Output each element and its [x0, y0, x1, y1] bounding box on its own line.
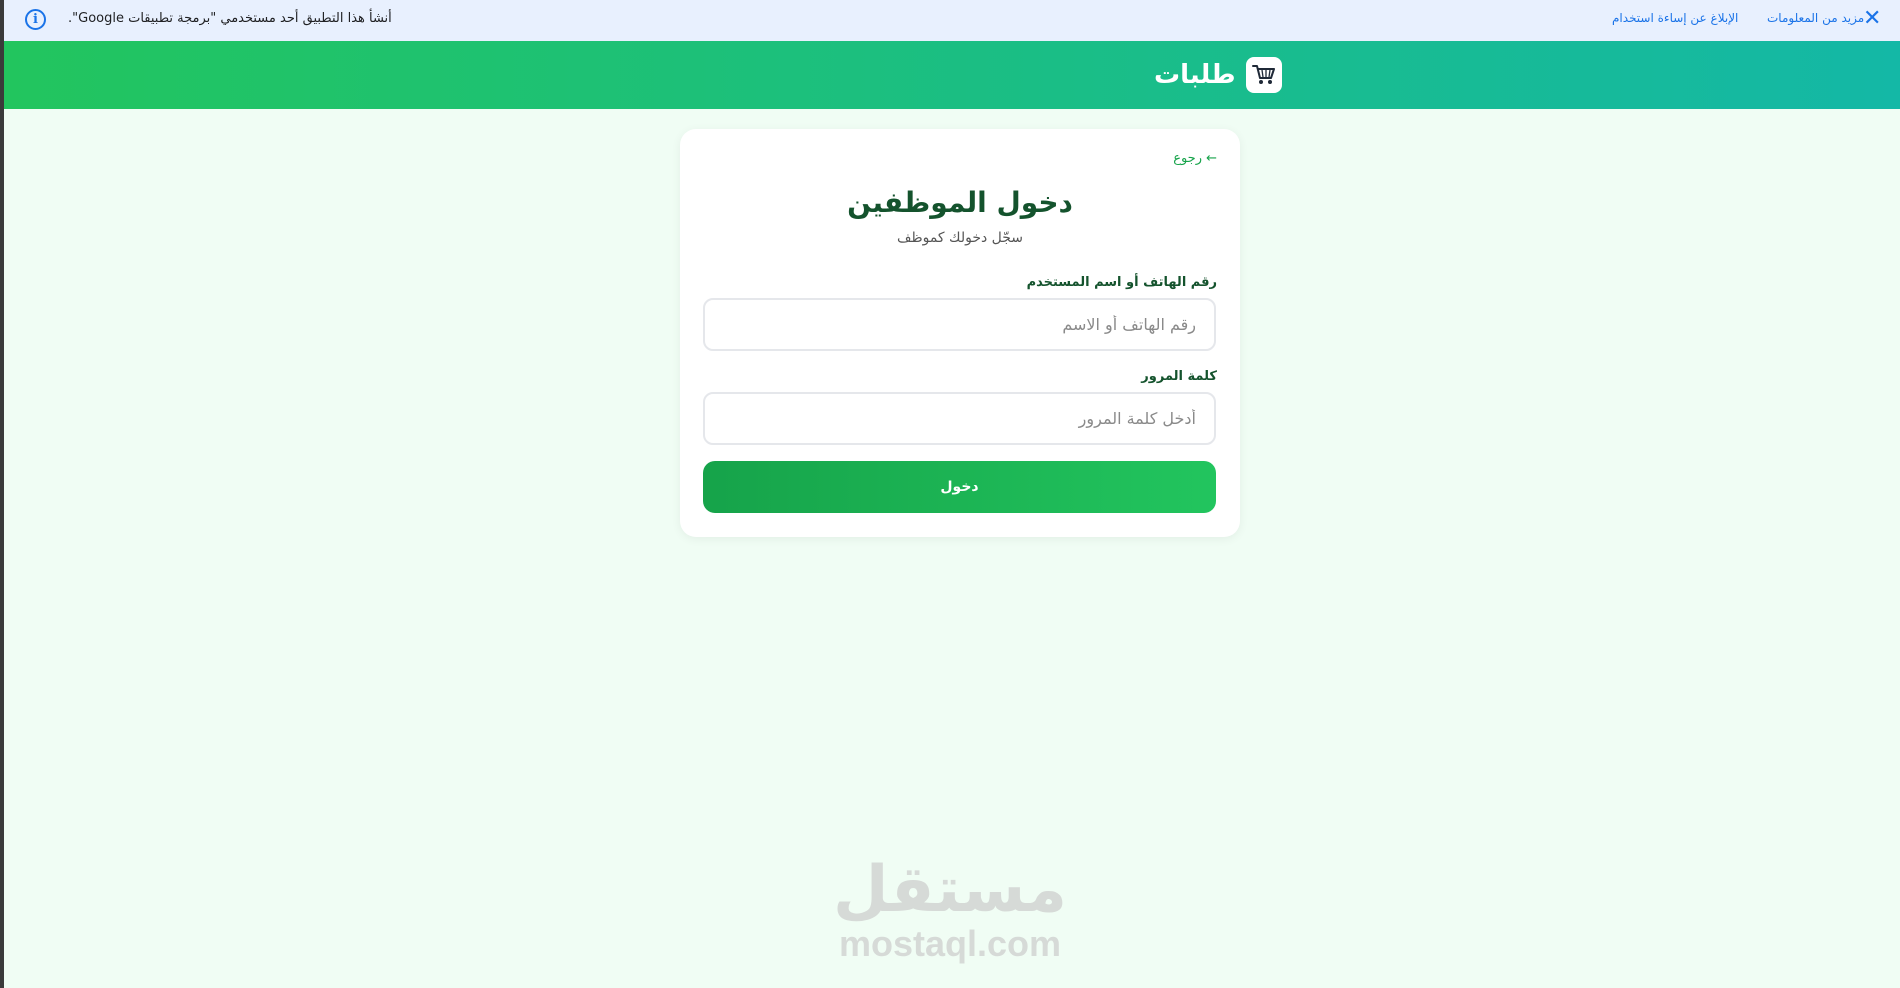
page-subtitle: سجّل دخولك كموظف [896, 230, 1024, 246]
app-header: طلبات [4, 41, 1900, 109]
login-card: ← رجوع دخول الموظفين سجّل دخولك كموظف رق… [680, 129, 1240, 537]
window-edge [0, 0, 4, 988]
info-icon: i [25, 9, 46, 30]
watermark: مستقل mostaql.com [830, 855, 1070, 963]
back-link[interactable]: ← رجوع [1173, 151, 1217, 166]
close-icon[interactable]: ✕ [1863, 6, 1881, 32]
cart-icon [1245, 57, 1282, 93]
page-title: دخول الموظفين [847, 186, 1073, 219]
more-info-link[interactable]: مزيد من المعلومات [1767, 11, 1864, 25]
banner-message: أنشأ هذا التطبيق أحد مستخدمي "برمجة تطبي… [68, 11, 392, 26]
login-button[interactable]: دخول [703, 461, 1216, 513]
watermark-arabic: مستقل [832, 853, 1068, 927]
username-label: رقم الهاتف أو اسم المستخدم [1026, 275, 1217, 290]
report-abuse-link[interactable]: الإبلاغ عن إساءة استخدام [1612, 11, 1738, 25]
password-label: كلمة المرور [1141, 369, 1217, 384]
info-banner: i أنشأ هذا التطبيق أحد مستخدمي "برمجة تط… [0, 0, 1900, 41]
brand[interactable]: طلبات [1154, 57, 1282, 93]
username-input[interactable] [703, 298, 1216, 351]
brand-title: طلبات [1154, 60, 1236, 90]
password-input[interactable] [703, 392, 1216, 445]
watermark-latin: mostaql.com [838, 923, 1062, 964]
